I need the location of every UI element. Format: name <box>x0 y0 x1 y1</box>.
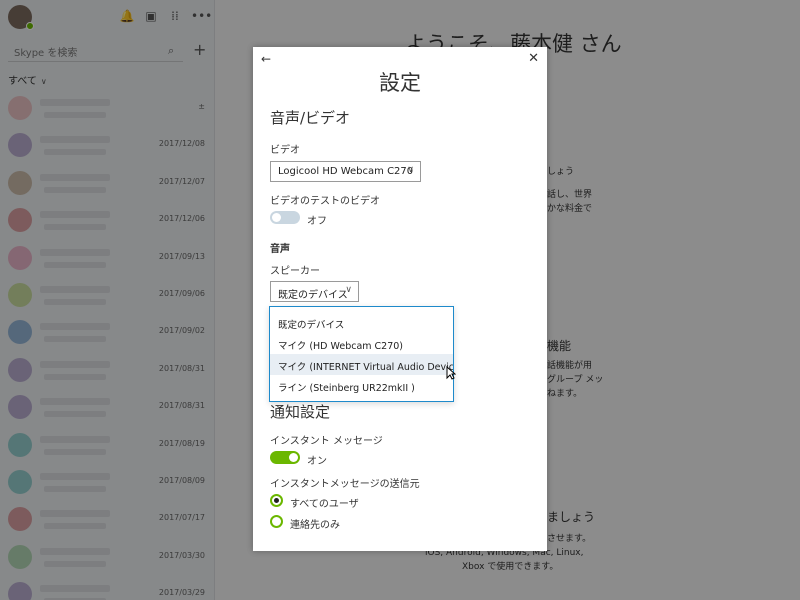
speaker-label: スピーカー <box>270 266 320 277</box>
video-label: ビデオ <box>270 145 300 156</box>
im-state: オン <box>307 456 327 467</box>
section-notifications: 通知設定 <box>270 403 331 421</box>
dropdown-option[interactable]: マイク (INTERNET Virtual Audio Device) <box>270 354 453 375</box>
chevron-down-icon: ∨ <box>407 165 414 175</box>
audio-label: 音声 <box>270 244 290 255</box>
test-video-label: ビデオのテストのビデオ <box>270 196 380 207</box>
im-toggle[interactable] <box>270 451 300 464</box>
speaker-select[interactable]: 既定のデバイス ∨ <box>270 281 359 302</box>
radio-contacts-only[interactable] <box>270 515 283 528</box>
test-video-toggle[interactable] <box>270 211 300 224</box>
speaker-dropdown-list: 既定のデバイス マイク (HD Webcam C270) マイク (INTERN… <box>269 306 454 402</box>
section-audio-video: 音声/ビデオ <box>270 109 351 127</box>
toggle-knob <box>272 213 281 222</box>
dialog-title: 設定 <box>379 71 421 95</box>
video-device-select[interactable]: Logicool HD Webcam C270 ∨ <box>270 161 421 182</box>
radio-all-users-label: すべてのユーザ <box>290 499 359 510</box>
toggle-knob <box>289 453 298 462</box>
mouse-cursor-icon <box>446 366 456 380</box>
im-label: インスタント メッセージ <box>270 436 383 447</box>
close-icon[interactable]: ✕ <box>528 51 539 66</box>
dropdown-option[interactable]: マイク (HD Webcam C270) <box>270 333 453 354</box>
dropdown-options: 既定のデバイス マイク (HD Webcam C270) マイク (INTERN… <box>270 312 453 396</box>
back-arrow-icon[interactable]: ← <box>261 52 271 66</box>
dropdown-option[interactable]: 既定のデバイス <box>270 312 453 333</box>
settings-dialog: ← ✕ 設定 音声/ビデオ ビデオ Logicool HD Webcam C27… <box>253 47 547 551</box>
radio-all-users[interactable] <box>270 494 283 507</box>
speaker-value: 既定のデバイス <box>278 290 348 301</box>
video-device-value: Logicool HD Webcam C270 <box>278 166 414 177</box>
chevron-down-icon: ∨ <box>345 285 352 295</box>
im-sender-label: インスタントメッセージの送信元 <box>270 479 420 490</box>
dropdown-option[interactable]: ライン (Steinberg UR22mkII ) <box>270 375 453 396</box>
radio-contacts-only-label: 連絡先のみ <box>290 520 340 531</box>
test-video-state: オフ <box>307 216 327 227</box>
